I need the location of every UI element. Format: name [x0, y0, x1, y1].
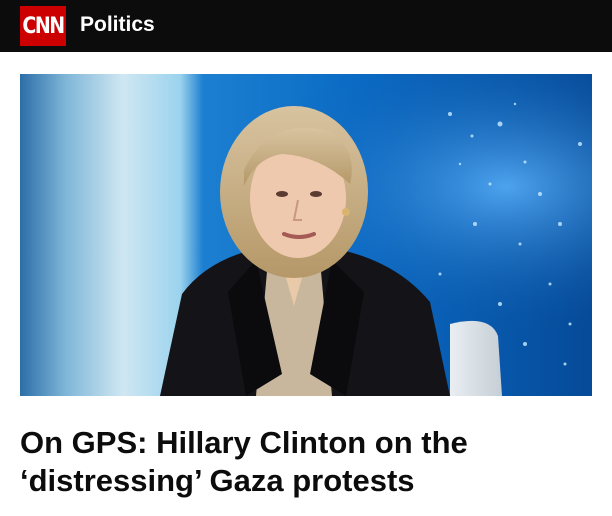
cnn-logo-text: CNN — [22, 13, 65, 39]
article-headline[interactable]: On GPS: Hillary Clinton on the ‘distress… — [20, 424, 592, 500]
section-title-link[interactable]: Politics — [80, 13, 155, 37]
hero-image-illustration — [20, 74, 592, 396]
article-hero-image[interactable] — [20, 74, 592, 396]
top-navigation-bar: CNN Politics — [0, 0, 612, 52]
cnn-logo[interactable]: CNN — [20, 6, 66, 46]
